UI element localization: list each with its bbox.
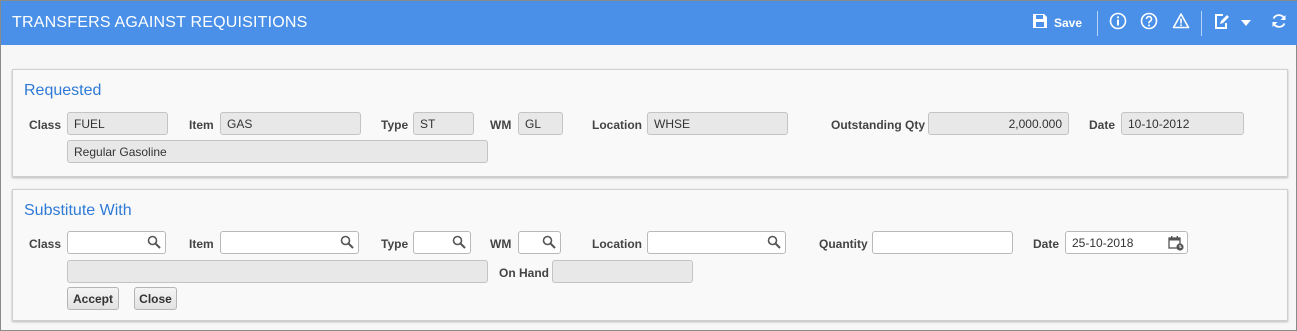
search-icon[interactable] xyxy=(767,235,781,249)
quantity-label: Quantity xyxy=(819,237,868,251)
on-hand-field xyxy=(552,260,693,283)
wm-label: WM xyxy=(490,118,512,132)
outstanding-qty-label: Outstanding Qty xyxy=(831,118,925,132)
save-button[interactable]: Save xyxy=(1031,11,1083,35)
search-icon[interactable] xyxy=(147,235,161,249)
location-label: Location xyxy=(592,237,642,251)
warning-icon xyxy=(1172,12,1190,35)
refresh-button[interactable] xyxy=(1269,11,1289,35)
class-input[interactable] xyxy=(67,231,166,254)
requested-panel: Requested Class FUEL Item GAS Type ST WM… xyxy=(12,69,1288,177)
item-input[interactable] xyxy=(220,231,359,254)
quantity-input[interactable] xyxy=(872,231,1013,254)
date-label: Date xyxy=(1089,118,1116,132)
calendar-icon[interactable] xyxy=(1168,235,1184,251)
toolbar-divider xyxy=(1201,11,1202,36)
info-button[interactable] xyxy=(1107,11,1129,35)
substitute-panel: Substitute With Class Item Type WM Locat… xyxy=(12,189,1288,321)
location-input[interactable] xyxy=(647,231,786,254)
on-hand-label: On Hand xyxy=(499,266,549,280)
page-title: TRANSFERS AGAINST REQUISITIONS xyxy=(12,14,308,31)
type-label: Type xyxy=(381,237,409,251)
description-field xyxy=(67,260,488,283)
info-icon xyxy=(1109,12,1127,35)
save-label: Save xyxy=(1053,16,1083,30)
item-label: Item xyxy=(189,118,214,132)
wm-label: WM xyxy=(490,237,512,251)
warning-button[interactable] xyxy=(1170,11,1192,35)
toolbar-divider xyxy=(1097,11,1098,36)
requested-title: Requested xyxy=(24,82,102,99)
save-icon xyxy=(1032,13,1048,34)
search-icon[interactable] xyxy=(340,235,354,249)
edit-dropdown-button[interactable] xyxy=(1238,11,1254,35)
class-label: Class xyxy=(29,118,62,132)
wm-field: GL xyxy=(518,112,563,135)
class-field: FUEL xyxy=(67,112,168,135)
dropdown-icon xyxy=(1241,14,1251,32)
date-field: 10-10-2012 xyxy=(1121,112,1244,135)
date-input[interactable]: 25-10-2018 xyxy=(1065,231,1188,254)
refresh-icon xyxy=(1270,12,1288,35)
type-label: Type xyxy=(381,118,409,132)
outstanding-qty-field: 2,000.000 xyxy=(928,112,1069,135)
edit-icon xyxy=(1212,12,1230,35)
type-input[interactable] xyxy=(413,231,471,254)
date-label: Date xyxy=(1033,237,1060,251)
item-label: Item xyxy=(189,237,214,251)
type-field: ST xyxy=(413,112,474,135)
substitute-title: Substitute With xyxy=(24,202,132,219)
wm-input[interactable] xyxy=(518,231,561,254)
close-button[interactable]: Close xyxy=(134,287,177,310)
item-field: GAS xyxy=(220,112,361,135)
help-icon xyxy=(1140,12,1158,35)
description-field: Regular Gasoline xyxy=(67,140,488,163)
title-bar: TRANSFERS AGAINST REQUISITIONS Save xyxy=(1,1,1297,45)
window: TRANSFERS AGAINST REQUISITIONS Save Requ… xyxy=(0,0,1297,331)
location-label: Location xyxy=(592,118,642,132)
search-icon[interactable] xyxy=(452,235,466,249)
accept-button[interactable]: Accept xyxy=(67,287,119,310)
search-icon[interactable] xyxy=(542,235,556,249)
class-label: Class xyxy=(29,237,62,251)
location-field: WHSE xyxy=(647,112,788,135)
help-button[interactable] xyxy=(1138,11,1160,35)
edit-button[interactable] xyxy=(1210,11,1232,35)
